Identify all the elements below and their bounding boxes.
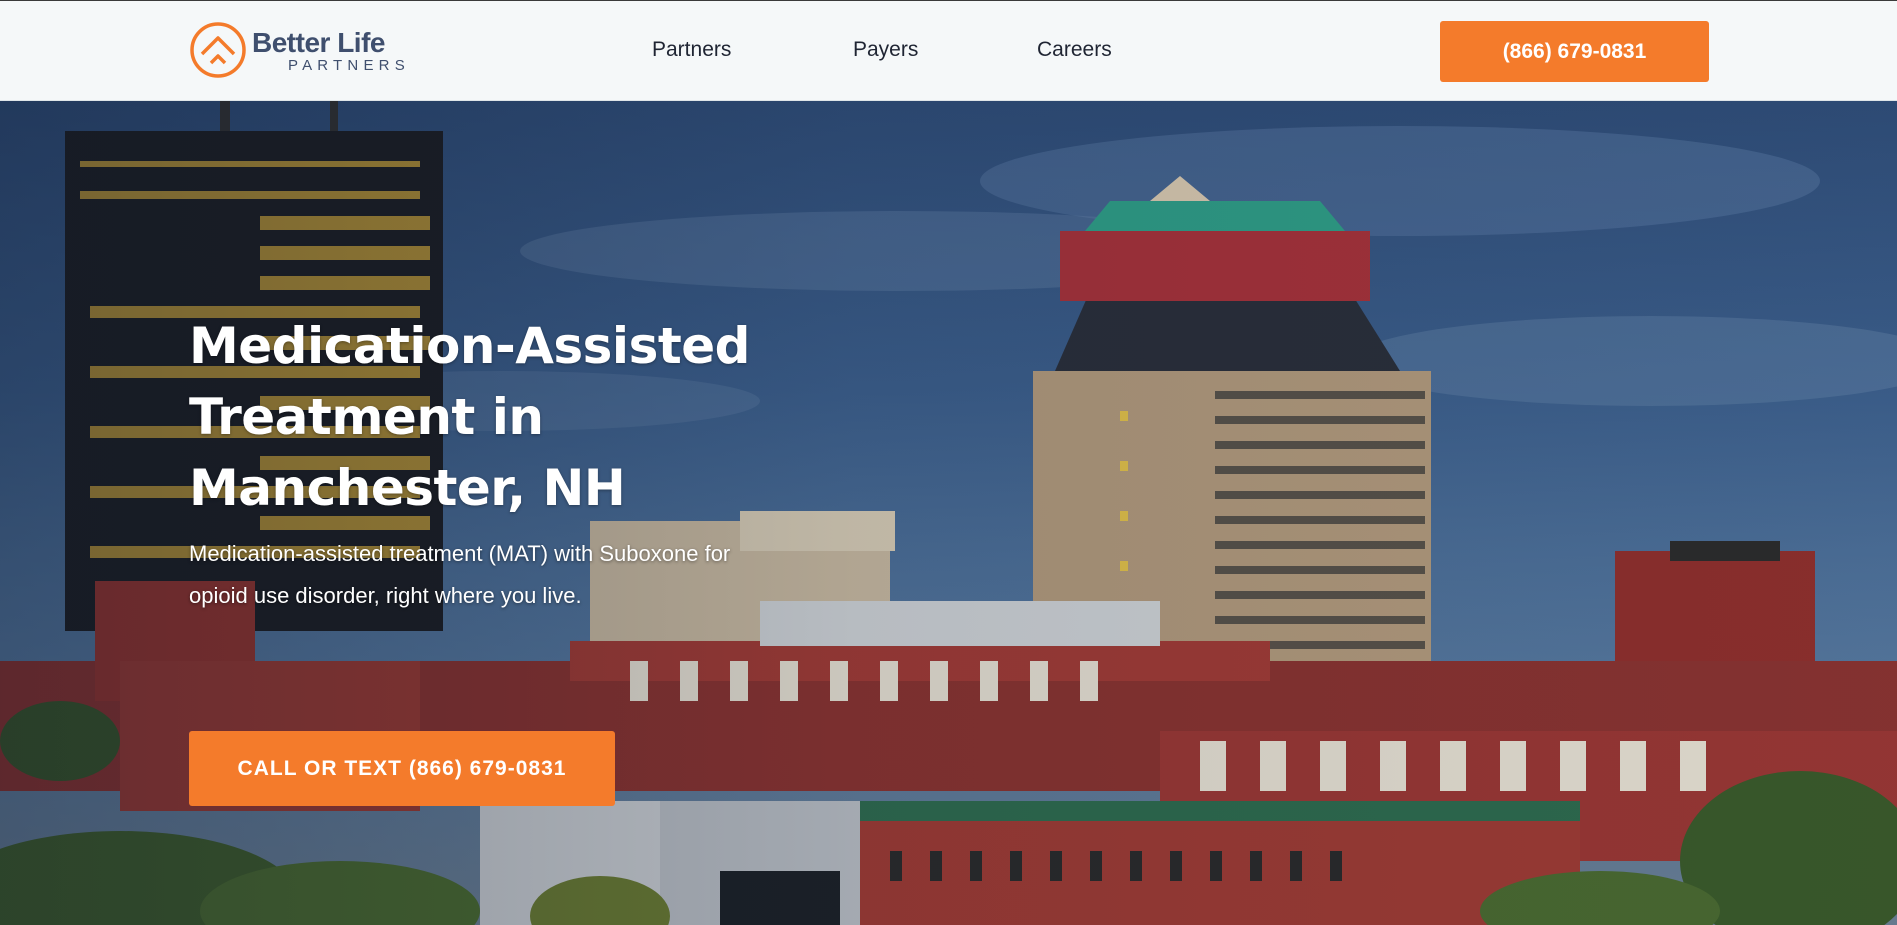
logo-tagline: PARTNERS bbox=[288, 57, 410, 74]
phone-button[interactable]: (866) 679-0831 bbox=[1440, 21, 1709, 82]
call-or-text-button[interactable]: CALL OR TEXT (866) 679-0831 bbox=[189, 731, 615, 806]
page-title: Medication-Assisted Treatment in Manches… bbox=[189, 317, 750, 517]
nav-partners[interactable]: Partners bbox=[652, 38, 731, 62]
nav-careers[interactable]: Careers bbox=[1037, 38, 1112, 62]
house-arrow-circle-icon bbox=[190, 22, 246, 78]
site-header: Better Life PARTNERS Partners Payers Car… bbox=[0, 0, 1897, 101]
logo-name: Better Life bbox=[252, 27, 385, 58]
hero-section: Medication-Assisted Treatment in Manches… bbox=[0, 101, 1897, 925]
nav-payers[interactable]: Payers bbox=[853, 38, 918, 62]
hero-subtitle: Medication-assisted treatment (MAT) with… bbox=[189, 541, 731, 608]
